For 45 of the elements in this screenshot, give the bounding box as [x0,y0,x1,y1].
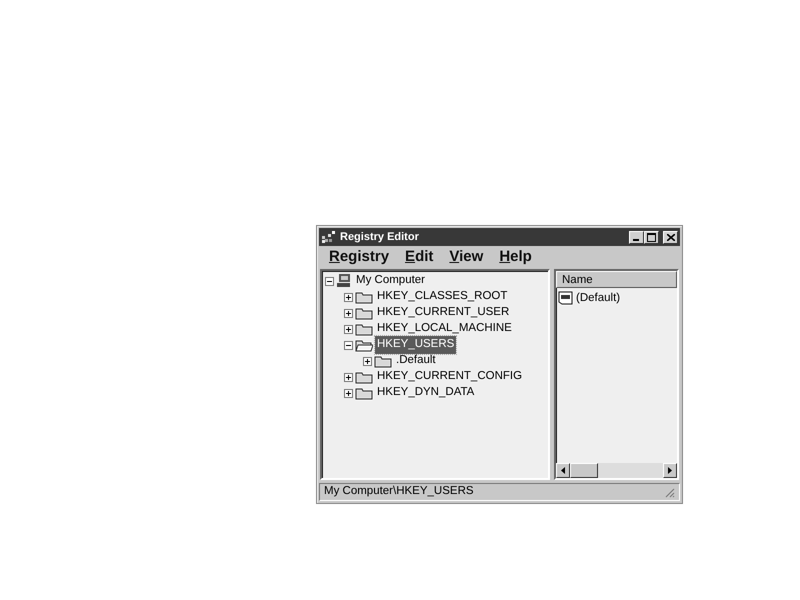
tree-item[interactable]: HKEY_CURRENT_USER [375,304,512,322]
tree-item[interactable]: .Default [394,352,438,370]
column-header[interactable]: Name [556,271,677,288]
menu-item[interactable]: Help [499,246,532,268]
open-folder-icon [355,338,373,352]
expand-icon[interactable] [344,324,353,334]
maximize-icon [647,232,656,242]
expand-icon[interactable] [344,372,353,382]
scroll-thumb[interactable] [570,463,598,478]
folder-icon [355,322,373,336]
string-value-icon [558,291,574,306]
registry-app-icon [321,230,337,244]
close-icon [666,234,674,240]
expand-icon[interactable] [344,308,353,318]
expand-icon[interactable] [363,356,372,366]
tree-item[interactable]: HKEY_CLASSES_ROOT [375,288,510,306]
tree-item[interactable]: HKEY_DYN_DATA [375,384,476,402]
scroll-left-button[interactable] [556,463,570,478]
tree-item[interactable]: My Computer [354,272,428,290]
menu-item[interactable]: Edit [405,246,434,268]
maximize-button[interactable] [644,230,659,244]
status-text: My Computer\HKEY_USERS [324,484,474,500]
expand-icon[interactable] [344,292,353,302]
tree-item[interactable]: HKEY_USERS [375,336,456,354]
scroll-right-button[interactable] [663,463,677,478]
menu-item[interactable]: Registry [329,246,390,268]
minimize-button[interactable] [629,230,644,244]
menu-item[interactable]: View [449,246,484,268]
tree-item[interactable]: HKEY_LOCAL_MACHINE [375,320,514,338]
folder-icon [355,370,373,384]
left-arrow-icon [561,467,565,474]
collapse-icon[interactable] [344,340,353,350]
folder-icon [355,386,373,400]
resize-grip-icon [664,486,675,498]
window-title: Registry Editor [340,230,419,245]
close-button[interactable] [663,230,678,244]
value-name[interactable]: (Default) [576,290,620,308]
folder-icon [355,306,373,320]
collapse-icon[interactable] [325,276,334,286]
right-arrow-icon [668,467,672,474]
computer-icon [336,274,352,288]
expand-icon[interactable] [344,388,353,398]
tree-item[interactable]: HKEY_CURRENT_CONFIG [375,368,524,386]
horizontal-scrollbar[interactable] [556,463,677,478]
folder-icon [355,290,373,304]
